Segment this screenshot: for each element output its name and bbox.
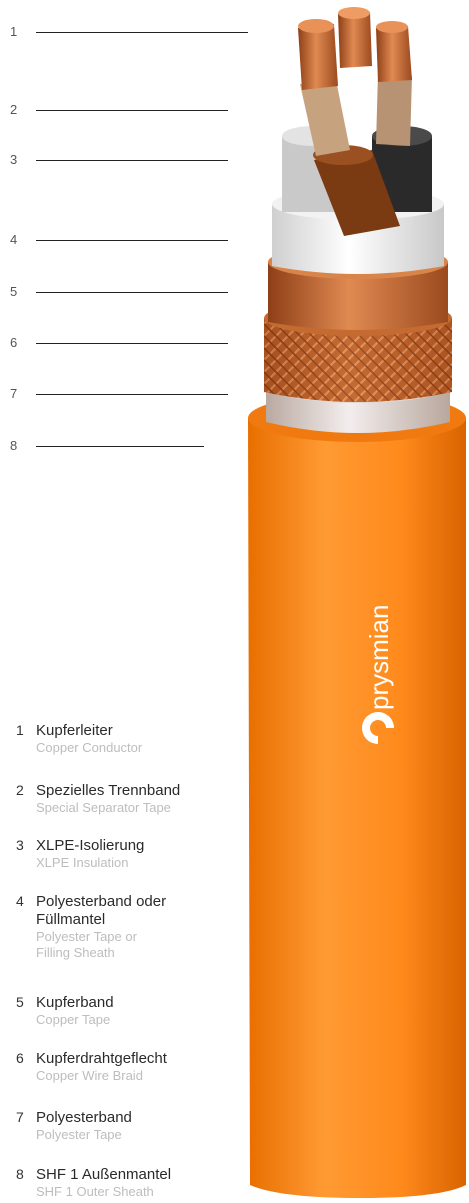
legend-label-de: Kupferband [36, 994, 114, 1011]
callout-number: 2 [10, 102, 18, 117]
legend-number: 8 [16, 1166, 24, 1182]
legend-number: 4 [16, 893, 24, 909]
legend-number: 1 [16, 722, 24, 738]
legend-label-en: XLPE Insulation [36, 855, 129, 870]
legend-number: 6 [16, 1050, 24, 1066]
callout-line [36, 160, 228, 161]
legend-label-de: Polyesterband [36, 1109, 132, 1126]
legend-label-de: SHF 1 Außenmantel [36, 1166, 172, 1183]
callout-number: 8 [10, 438, 18, 453]
callout-number: 5 [10, 284, 18, 299]
callout-line [36, 394, 228, 395]
legend-label-de: Polyesterband oder Füllmantel [36, 893, 167, 928]
legend-label-de: Spezielles Trennband [36, 782, 181, 799]
callout-number: 1 [10, 24, 18, 39]
legend-label-en: Copper Wire Braid [36, 1068, 143, 1083]
callout-line [36, 292, 228, 293]
legend-label-en: SHF 1 Outer Sheath [36, 1184, 154, 1199]
legend-number: 3 [16, 837, 24, 853]
callout-line [36, 446, 204, 447]
legend-label-de: Kupferleiter [36, 722, 113, 739]
legend-label-de: XLPE-Isolierung [36, 837, 145, 854]
legend-label-en: Copper Conductor [36, 740, 143, 755]
callout-number: 4 [10, 232, 18, 247]
callout-number: 6 [10, 335, 18, 350]
copper-conductor [298, 7, 412, 90]
callout-line [36, 32, 248, 33]
legend-label-en: Polyester Tape or Filling Sheath [36, 929, 137, 960]
callout-line [36, 240, 228, 241]
callout-line [36, 110, 228, 111]
legend-label-en: Copper Tape [36, 1012, 111, 1027]
legend-number: 7 [16, 1109, 24, 1125]
cable-diagram: 1 2 3 4 5 6 7 8 1 Kupferleiter Copper Co… [0, 0, 469, 1203]
legend-number: 5 [16, 994, 24, 1010]
legend-number: 2 [16, 782, 24, 798]
legend-label-de: Kupferdrahtgeflecht [36, 1050, 167, 1067]
cable-illustration: prysmian [248, 7, 466, 1198]
callout-line [36, 343, 228, 344]
brand-name: prysmian [364, 605, 394, 710]
callout-number: 3 [10, 152, 18, 167]
legend-label-en: Polyester Tape [36, 1127, 122, 1142]
outer-sheath [248, 394, 466, 1198]
callout-number: 7 [10, 386, 18, 401]
legend-label-en: Special Separator Tape [36, 800, 171, 815]
